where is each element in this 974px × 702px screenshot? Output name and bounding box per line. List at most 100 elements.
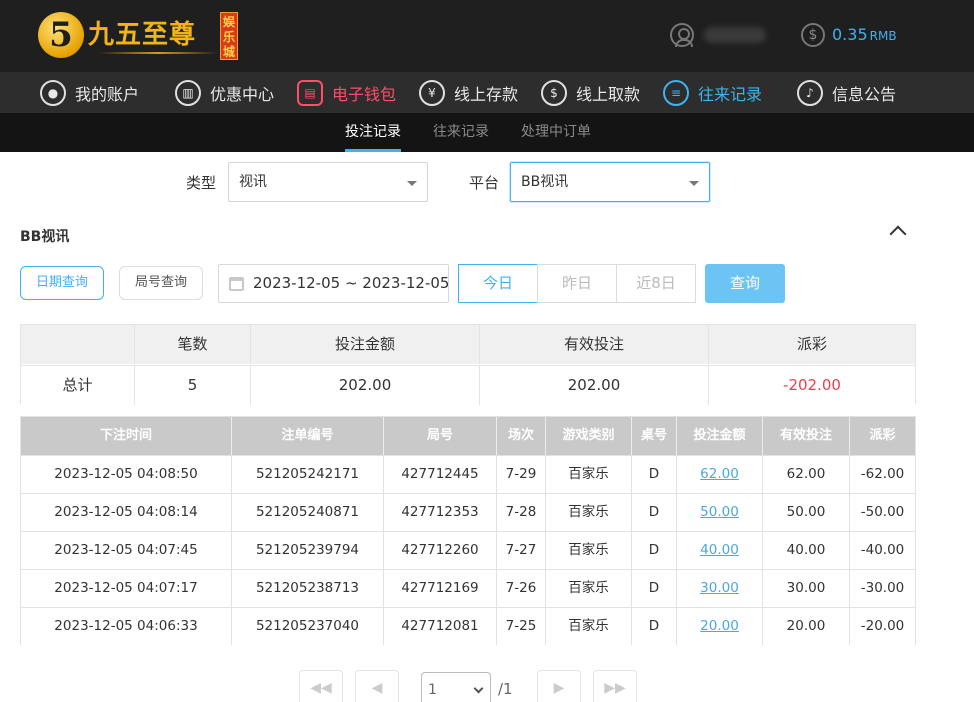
bet-amount-link[interactable]: 62.00 (700, 466, 739, 482)
summary-header-row: 笔数 投注金额 有效投注 派彩 (21, 325, 915, 364)
game-type-cell: 百家乐 (546, 456, 632, 493)
table-row: 2023-12-05 04:08:14 521205240871 4277123… (21, 493, 915, 531)
valid-bet-cell: 30.00 (763, 570, 850, 607)
round-id-cell: 427712081 (384, 608, 497, 645)
summary-header-cell: 投注金额 (251, 325, 480, 364)
username-redacted (704, 27, 766, 43)
bet-id-cell: 521205238713 (232, 570, 384, 607)
table-no-cell: D (632, 570, 677, 607)
table-row: 2023-12-05 04:06:33 521205237040 4277120… (21, 607, 915, 645)
section-title: BB视讯 (20, 229, 70, 245)
detail-header-cell: 投注金额 (677, 417, 763, 455)
withdraw-icon: $ (541, 79, 567, 106)
payout-cell: -40.00 (860, 542, 905, 558)
tab-pending-orders[interactable]: 处理中订单 (521, 113, 591, 152)
date-range-input[interactable]: 2023-12-05 ~ 2023-12-05 (218, 264, 449, 303)
payout-cell: -20.00 (860, 618, 905, 634)
bet-amount-link[interactable]: 50.00 (700, 504, 739, 520)
date-query-button[interactable]: 日期查询 (20, 266, 104, 300)
balance-display: 0.35 RMB (832, 25, 897, 44)
detail-header-cell: 注单编号 (232, 417, 384, 455)
summary-header-cell: 笔数 (135, 325, 251, 364)
summary-cell: 202.00 (480, 366, 709, 405)
nav-label: 优惠中心 (210, 84, 275, 104)
nav-label: 信息公告 (832, 84, 897, 104)
nav-my-account[interactable]: ● 我的账户 (40, 72, 139, 113)
table-row: 2023-12-05 04:08:50 521205242171 4277124… (21, 455, 915, 493)
bet-amount-cell: 20.00 (677, 608, 763, 645)
bet-amount-cell: 62.00 (677, 456, 763, 493)
bet-id-cell: 521205239794 (232, 532, 384, 569)
yesterday-button[interactable]: 昨日 (537, 264, 617, 303)
summary-cell: -202.00 (783, 376, 841, 394)
bet-detail-table: 下注时间 注单编号 局号 场次 游戏类别 桌号 投注金额 有效投注 派彩 202… (20, 416, 916, 645)
detail-header-cell: 下注时间 (21, 417, 232, 455)
caret-down-icon (407, 181, 417, 186)
table-row: 2023-12-05 04:07:17 521205238713 4277121… (21, 569, 915, 607)
top-header: 5 九五至尊 娱乐城 $ 0.35 RMB (0, 0, 974, 72)
valid-bet-cell: 62.00 (763, 456, 850, 493)
summary-total-row: 总计 5 202.00 202.00 -202.00 (21, 365, 915, 405)
first-page-button[interactable]: ◀◀ (299, 670, 343, 702)
logo-text: 九五至尊 (88, 20, 197, 50)
bet-id-cell: 521205242171 (232, 456, 384, 493)
table-no-cell: D (632, 532, 677, 569)
session-cell: 7-27 (497, 532, 546, 569)
detail-header-row: 下注时间 注单编号 局号 场次 游戏类别 桌号 投注金额 有效投注 派彩 (21, 417, 915, 455)
bet-amount-link[interactable]: 40.00 (700, 542, 739, 558)
nav-e-wallet[interactable]: ▤ 电子钱包 (297, 72, 396, 113)
round-query-button[interactable]: 局号查询 (119, 266, 203, 300)
table-no-cell: D (632, 494, 677, 531)
chevron-up-icon[interactable] (889, 225, 907, 243)
dollar-coin-icon: $ (801, 23, 825, 47)
round-id-cell: 427712260 (384, 532, 497, 569)
nav-online-deposit[interactable]: ¥ 线上存款 (419, 72, 518, 113)
prev-page-button[interactable]: ◀ (355, 670, 399, 702)
detail-header-cell: 有效投注 (763, 417, 850, 455)
chevron-down-icon (473, 683, 484, 694)
logo-emblem-icon: 5 (38, 12, 84, 58)
next-page-button[interactable]: ▶ (537, 670, 581, 702)
nav-online-withdraw[interactable]: $ 线上取款 (541, 72, 640, 113)
game-type-cell: 百家乐 (546, 532, 632, 569)
bet-time-cell: 2023-12-05 04:06:33 (21, 608, 232, 645)
nav-promotions[interactable]: ▥ 优惠中心 (175, 72, 274, 113)
round-id-cell: 427712445 (384, 456, 497, 493)
type-select[interactable]: 视讯 (228, 162, 428, 202)
bet-amount-cell: 50.00 (677, 494, 763, 531)
valid-bet-cell: 20.00 (763, 608, 850, 645)
table-no-cell: D (632, 608, 677, 645)
session-cell: 7-26 (497, 570, 546, 607)
payout-cell: -30.00 (860, 580, 905, 596)
nav-label: 我的账户 (75, 84, 140, 104)
last-page-button[interactable]: ▶▶ (593, 670, 637, 702)
bet-time-cell: 2023-12-05 04:08:50 (21, 456, 232, 493)
bet-amount-link[interactable]: 20.00 (700, 618, 739, 634)
bet-amount-link[interactable]: 30.00 (700, 580, 739, 596)
session-cell: 7-25 (497, 608, 546, 645)
last-8-days-button[interactable]: 近8日 (616, 264, 696, 303)
tab-transaction-records[interactable]: 往来记录 (433, 113, 489, 152)
detail-header-cell: 局号 (384, 417, 497, 455)
nav-announcements[interactable]: ♪ 信息公告 (797, 72, 896, 113)
nav-transaction-records[interactable]: ≡ 往来记录 (663, 72, 762, 113)
brand-logo[interactable]: 5 九五至尊 娱乐城 (38, 8, 243, 62)
bet-id-cell: 521205237040 (232, 608, 384, 645)
platform-select[interactable]: BB视讯 (510, 162, 710, 202)
table-no-cell: D (632, 456, 677, 493)
user-circle-icon: ● (40, 79, 66, 106)
round-id-cell: 427712353 (384, 494, 497, 531)
today-button[interactable]: 今日 (458, 264, 538, 303)
user-icon[interactable] (670, 23, 694, 47)
summary-header-cell: 派彩 (796, 335, 827, 353)
detail-header-cell: 派彩 (869, 428, 896, 443)
gift-icon: ▥ (175, 79, 201, 106)
type-select-value: 视讯 (239, 174, 267, 190)
query-button[interactable]: 查询 (705, 264, 785, 303)
nav-label: 电子钱包 (332, 84, 397, 104)
summary-cell: 202.00 (251, 366, 480, 405)
page-select[interactable]: 1 (421, 672, 491, 702)
summary-cell: 总计 (21, 366, 135, 405)
game-type-cell: 百家乐 (546, 494, 632, 531)
tab-bet-records[interactable]: 投注记录 (345, 113, 401, 152)
